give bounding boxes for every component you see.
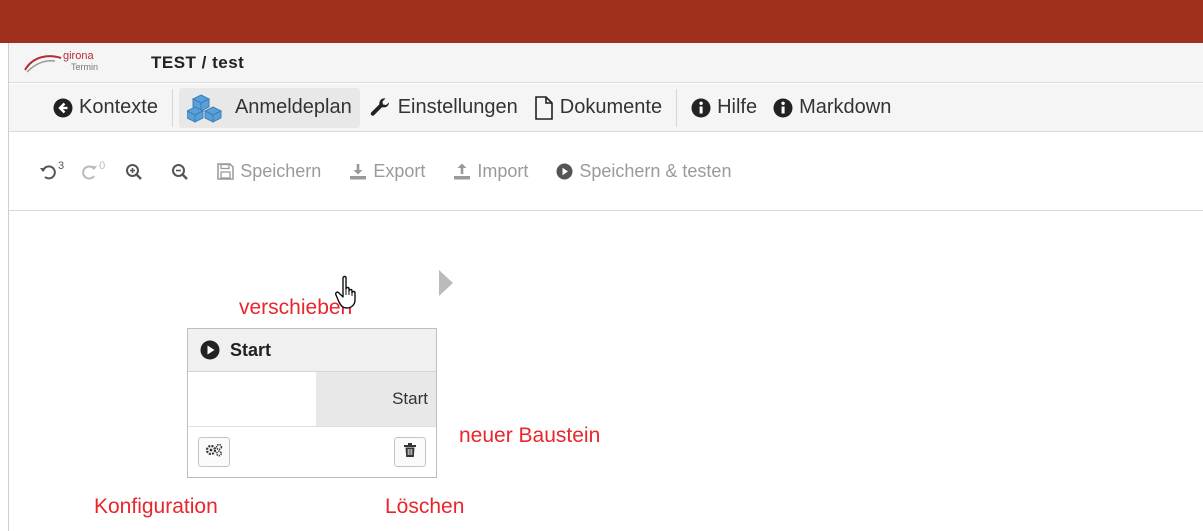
nav-dokumente-label: Dokumente [559,96,663,118]
zoom-in-button[interactable] [125,163,149,181]
export-button[interactable]: Export [349,161,425,182]
logo-text-top: girona [63,49,94,62]
import-label: Import [477,161,529,181]
nav-hilfe-label: Hilfe [717,96,758,118]
start-node-body: Start [188,372,436,426]
flow-canvas[interactable]: verschieben Start Start neuer Baustein K… [9,212,1203,531]
girona-logo[interactable]: girona Termin [21,48,113,78]
nav-markdown[interactable]: Markdown [765,88,899,128]
export-label: Export [373,161,426,181]
play-circle-icon [200,340,220,360]
download-icon [349,163,367,180]
redo-count: 0 [99,159,106,172]
nav-divider [171,88,173,127]
nav-kontexte-label: Kontexte [79,96,158,118]
floppy-icon [217,163,234,180]
import-button[interactable]: Import [453,161,528,182]
logo-text-bottom: Termin [71,61,99,72]
nav-kontexte[interactable]: Kontexte [45,88,166,128]
nav-anmeldeplan-label: Anmeldeplan [234,96,352,118]
annotation-delete: Löschen [385,495,465,518]
delete-button[interactable] [394,437,426,467]
info-circle-icon [773,98,793,118]
start-node-output-port[interactable]: Start [316,372,436,426]
save-and-test-button[interactable]: Speichern & testen [556,161,731,182]
app-window: girona Termin TEST / test Kontexte Anmel… [8,43,1203,531]
document-icon [534,95,554,120]
browser-top-bar [0,0,1203,43]
annotation-config: Konfiguration [94,495,218,518]
arrow-circle-left-icon [53,98,73,118]
play-circle-icon [556,163,573,180]
start-node-title: Start [230,339,272,360]
zoom-in-icon [125,163,143,181]
upload-icon [453,163,471,180]
nav-markdown-label: Markdown [799,96,892,118]
logo-swoosh-icon [24,54,62,72]
redo-icon [80,163,98,181]
nav-dokumente[interactable]: Dokumente [526,88,670,128]
start-node[interactable]: Start Start [187,328,437,478]
annotation-new-block: neuer Baustein [459,424,601,447]
nav-divider [676,88,678,127]
nav-einstellungen[interactable]: Einstellungen [360,88,526,128]
redo-button[interactable]: 0 [80,159,106,181]
output-port-label: Start [392,389,428,408]
zoom-out-button[interactable] [171,163,195,181]
gears-icon [205,443,223,462]
main-nav: Kontexte Anmeldeplan Einstellungen Dokum… [9,84,1203,132]
nav-einstellungen-label: Einstellungen [397,96,518,118]
save-and-test-label: Speichern & testen [579,161,732,181]
start-node-footer [188,426,436,477]
wrench-icon [368,96,392,120]
editor-toolbar: 3 0 Speichern Export Import Speichern & … [9,133,1203,211]
nav-anmeldeplan[interactable]: Anmeldeplan [178,87,360,128]
save-button[interactable]: Speichern [217,161,321,182]
configure-button[interactable] [198,437,230,467]
trash-icon [404,442,416,462]
undo-button[interactable]: 3 [39,159,65,181]
cubes-icon [186,93,229,123]
save-label: Speichern [240,161,322,181]
start-node-header[interactable]: Start [188,329,436,372]
nav-hilfe[interactable]: Hilfe [683,88,765,128]
output-arrow [439,270,453,296]
undo-count: 3 [58,159,65,172]
title-bar: girona Termin TEST / test [9,43,1203,83]
undo-icon [39,163,57,181]
info-circle-icon [691,98,711,118]
zoom-out-icon [171,163,189,181]
hand-cursor-icon [335,275,363,314]
page-title: TEST / test [151,52,245,72]
